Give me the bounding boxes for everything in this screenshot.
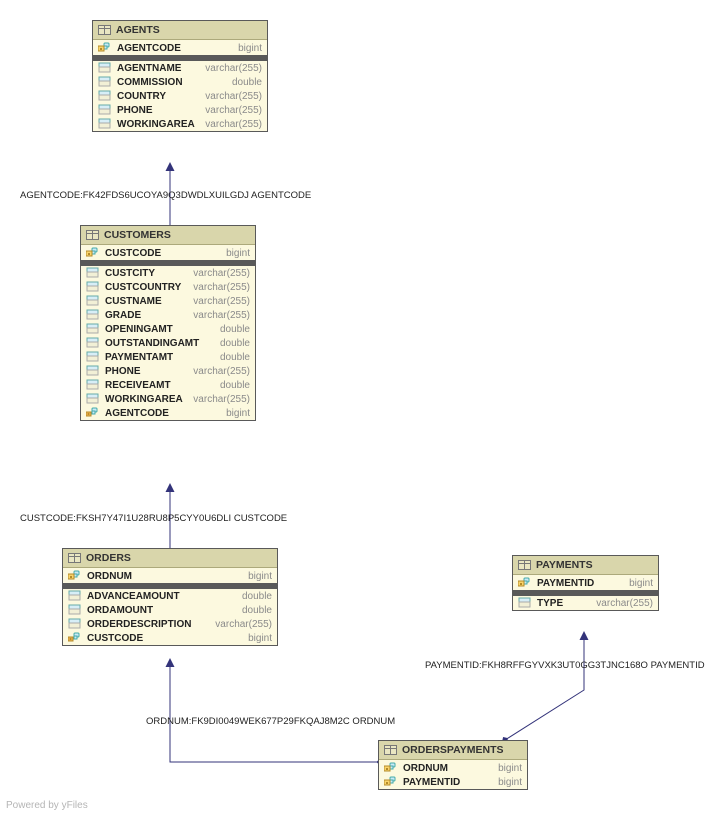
- table-icon: [384, 744, 398, 756]
- fk-icon: [86, 407, 100, 419]
- pk-icon: [384, 762, 398, 774]
- pk-icon: [68, 570, 82, 582]
- column-icon: [86, 295, 100, 307]
- pk-icon: [384, 776, 398, 788]
- relation-label: CUSTCODE:FKSH7Y47I1U28RU8P5CYY0U6DLI CUS…: [20, 513, 287, 524]
- table-customers[interactable]: CUSTOMERS CUSTCODE bigint CUSTCITYvarcha…: [80, 225, 256, 421]
- column-row: ADVANCEAMOUNTdouble: [63, 589, 277, 603]
- table-payments[interactable]: PAYMENTS PAYMENTID bigint TYPEvarchar(25…: [512, 555, 659, 611]
- column-row: OPENINGAMTdouble: [81, 322, 255, 336]
- table-icon: [86, 229, 100, 241]
- pk-row: CUSTCODE bigint: [81, 246, 255, 260]
- fk-icon: [68, 632, 82, 644]
- column-row: COUNTRYvarchar(255): [93, 89, 267, 103]
- column-row: OUTSTANDINGAMTdouble: [81, 336, 255, 350]
- relation-label: PAYMENTID:FKH8RFFGYVXK3UT0GG3TJNC168O PA…: [425, 660, 705, 671]
- column-icon: [518, 597, 532, 609]
- column-icon: [86, 351, 100, 363]
- column-icon: [86, 379, 100, 391]
- column-icon: [86, 393, 100, 405]
- column-icon: [86, 365, 100, 377]
- column-row: WORKINGAREAvarchar(255): [81, 392, 255, 406]
- column-row: AGENTNAMEvarchar(255): [93, 61, 267, 75]
- pk-icon: [86, 247, 100, 259]
- table-icon: [518, 559, 532, 571]
- column-icon: [86, 281, 100, 293]
- column-row: PHONEvarchar(255): [93, 103, 267, 117]
- column-row: WORKINGAREAvarchar(255): [93, 117, 267, 131]
- pk-icon: [98, 42, 112, 54]
- table-title: AGENTS: [116, 24, 160, 36]
- column-row: CUSTCOUNTRYvarchar(255): [81, 280, 255, 294]
- column-icon: [98, 62, 112, 74]
- pk-row: ORDNUM bigint: [63, 569, 277, 583]
- column-row: PHONEvarchar(255): [81, 364, 255, 378]
- column-row: AGENTCODEbigint: [81, 406, 255, 420]
- table-orders[interactable]: ORDERS ORDNUM bigint ADVANCEAMOUNTdouble…: [62, 548, 278, 646]
- column-row: CUSTCODEbigint: [63, 631, 277, 645]
- column-row: CUSTCITYvarchar(255): [81, 266, 255, 280]
- table-title: ORDERSPAYMENTS: [402, 744, 504, 756]
- relation-label: AGENTCODE:FK42FDS6UCOYA9Q3DWDLXUILGDJ AG…: [20, 190, 311, 201]
- column-icon: [98, 76, 112, 88]
- pk-row: PAYMENTID bigint: [379, 775, 527, 789]
- table-header: AGENTS: [93, 21, 267, 40]
- pk-row: ORDNUM bigint: [379, 761, 527, 775]
- table-title: PAYMENTS: [536, 559, 593, 571]
- footer-credit: Powered by yFiles: [6, 800, 88, 811]
- table-header: ORDERS: [63, 549, 277, 568]
- column-icon: [68, 618, 82, 630]
- column-icon: [98, 90, 112, 102]
- table-orderspayments[interactable]: ORDERSPAYMENTS ORDNUM bigint PAYMENTID b…: [378, 740, 528, 790]
- column-icon: [86, 267, 100, 279]
- column-icon: [68, 590, 82, 602]
- column-row: TYPEvarchar(255): [513, 596, 658, 610]
- table-header: ORDERSPAYMENTS: [379, 741, 527, 760]
- column-row: COMMISSIONdouble: [93, 75, 267, 89]
- relation-label: ORDNUM:FK9DI0049WEK677P29FKQAJ8M2C ORDNU…: [146, 716, 395, 727]
- column-icon: [86, 323, 100, 335]
- pk-row: AGENTCODE bigint: [93, 41, 267, 55]
- column-icon: [86, 309, 100, 321]
- table-title: ORDERS: [86, 552, 131, 564]
- table-icon: [68, 552, 82, 564]
- table-header: PAYMENTS: [513, 556, 658, 575]
- column-row: PAYMENTAMTdouble: [81, 350, 255, 364]
- column-row: GRADEvarchar(255): [81, 308, 255, 322]
- pk-icon: [518, 577, 532, 589]
- erd-canvas: AGENTS AGENTCODE bigint AGENTNAMEvarchar…: [0, 0, 720, 817]
- column-icon: [98, 118, 112, 130]
- column-row: ORDAMOUNTdouble: [63, 603, 277, 617]
- table-title: CUSTOMERS: [104, 229, 171, 241]
- column-icon: [86, 337, 100, 349]
- pk-row: PAYMENTID bigint: [513, 576, 658, 590]
- column-row: ORDERDESCRIPTIONvarchar(255): [63, 617, 277, 631]
- table-agents[interactable]: AGENTS AGENTCODE bigint AGENTNAMEvarchar…: [92, 20, 268, 132]
- table-icon: [98, 24, 112, 36]
- column-row: RECEIVEAMTdouble: [81, 378, 255, 392]
- column-icon: [68, 604, 82, 616]
- column-row: CUSTNAMEvarchar(255): [81, 294, 255, 308]
- table-header: CUSTOMERS: [81, 226, 255, 245]
- column-icon: [98, 104, 112, 116]
